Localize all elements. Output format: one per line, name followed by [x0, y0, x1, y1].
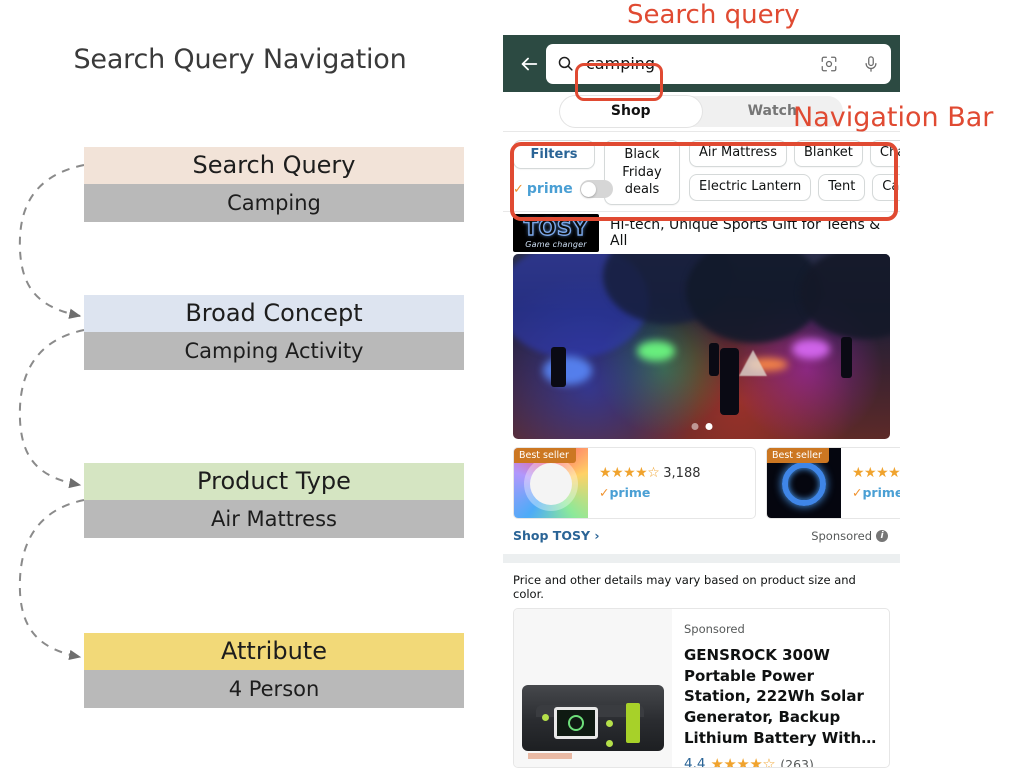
concept-block-broad-concept: Broad Concept Camping Activity: [84, 295, 464, 370]
pagination-dot-active[interactable]: [705, 423, 712, 430]
filter-chips-column: Air Mattress Blanket Chair Electric Lant…: [689, 140, 900, 201]
product-title[interactable]: GENSROCK 300W Portable Power Station, 22…: [684, 645, 879, 748]
product-thumbnail: [514, 609, 672, 767]
filter-chip-row-1: Air Mattress Blanket Chair: [689, 140, 900, 167]
product-mini-card[interactable]: Best seller ★★★★☆ ✓prime: [766, 447, 900, 519]
filters-button[interactable]: Filters: [513, 140, 595, 169]
concept-block-product-type: Product Type Air Mattress: [84, 463, 464, 538]
filter-chip-blanket[interactable]: Blanket: [793, 140, 863, 167]
rating-stars: ★★★★☆: [710, 755, 776, 768]
concept-value-label: Camping Activity: [84, 332, 464, 370]
black-friday-deals-button[interactable]: Black Friday deals: [604, 140, 680, 205]
hero-pagination-dots[interactable]: [691, 423, 712, 430]
concept-value-label: Camping: [84, 184, 464, 222]
best-seller-badge: Best seller: [767, 448, 829, 463]
filter-chip-tent[interactable]: Tent: [818, 173, 866, 201]
sponsored-tag: Sponsored: [684, 622, 745, 636]
filter-chip-camping[interactable]: Campi: [872, 173, 900, 201]
tosy-logo-word: TOSY: [523, 215, 589, 240]
slide-root: Search Query Navigation Search Query Cam…: [0, 0, 1024, 780]
concept-block-search-query: Search Query Camping: [84, 147, 464, 222]
concept-header-label: Search Query: [84, 147, 464, 184]
rating-value: 4.4: [684, 756, 706, 768]
product-rating-row: ★★★★☆: [852, 462, 900, 481]
back-arrow-icon[interactable]: [512, 47, 546, 81]
filter-chip-chair[interactable]: Chair: [869, 140, 900, 167]
shop-tosy-link[interactable]: Shop TOSY ›: [513, 528, 600, 543]
sponsored-text: Sponsored: [811, 528, 872, 543]
tosy-logo: TOSY Game changer: [513, 214, 599, 252]
filter-chip-air-mattress[interactable]: Air Mattress: [689, 140, 787, 167]
concept-value-label: Air Mattress: [84, 500, 464, 538]
product-mini-info: ★★★★☆ ✓prime: [841, 448, 900, 518]
concept-header-label: Product Type: [84, 463, 464, 500]
info-icon[interactable]: i: [876, 529, 888, 542]
best-seller-badge: Best seller: [514, 448, 576, 463]
sponsored-product-card[interactable]: Sponsored GENSROCK 300W Portable Power S…: [513, 608, 890, 768]
prime-check-icon: ✓: [513, 181, 524, 197]
concept-header-label: Attribute: [84, 633, 464, 670]
price-disclaimer: Price and other details may vary based o…: [513, 573, 856, 601]
filter-chip-row-2: Electric Lantern Tent Campi: [689, 173, 900, 201]
concept-value-label: 4 Person: [84, 670, 464, 708]
product-details: Sponsored GENSROCK 300W Portable Power S…: [672, 609, 889, 767]
app-search-header: camping: [503, 35, 900, 92]
hero-video[interactable]: [513, 254, 890, 439]
tab-shop[interactable]: Shop: [560, 96, 702, 127]
search-input[interactable]: camping: [546, 43, 891, 84]
brand-tagline: Hi-tech, Unique Sports Gift for Teens & …: [610, 217, 881, 249]
prime-badge: ✓prime: [599, 485, 651, 500]
shop-brand-row: Shop TOSY › Sponsored i: [503, 519, 900, 543]
filter-chip-electric-lantern[interactable]: Electric Lantern: [689, 173, 812, 201]
sponsored-product-carousel: Best seller ★★★★☆ 3,188 ✓prime Best selle…: [503, 439, 900, 519]
tosy-logo-subtitle: Game changer: [525, 239, 587, 249]
search-query-navigation-diagram: Search Query Navigation Search Query Cam…: [0, 0, 500, 780]
prime-toggle-switch[interactable]: [579, 180, 613, 198]
rating-stars: ★★★★☆: [852, 465, 900, 481]
product-mini-info: ★★★★☆ 3,188 ✓prime: [588, 448, 755, 518]
rating-count: 3,188: [663, 466, 701, 481]
annotation-navigation-bar: Navigation Bar: [793, 102, 994, 133]
prime-label: prime: [526, 181, 573, 197]
annotation-search-query: Search query: [627, 0, 800, 30]
prime-check-icon: ✓: [852, 485, 863, 500]
prime-badge: ✓prime: [852, 485, 900, 500]
filters-column: Filters ✓ prime: [513, 140, 613, 202]
microphone-icon[interactable]: [862, 55, 880, 73]
product-rating-row[interactable]: 4.4 ★★★★☆ (263): [684, 755, 879, 768]
hero-media-wrapper: [503, 254, 900, 439]
tent-shape: [739, 350, 768, 377]
amazon-app-screenshot: camping Shop Watch Filters ✓ prime Black…: [503, 35, 900, 780]
pagination-dot[interactable]: [691, 423, 698, 430]
concept-header-label: Broad Concept: [84, 295, 464, 332]
search-icon: [557, 55, 574, 72]
sponsored-label: Sponsored i: [811, 529, 888, 543]
filter-bar: Filters ✓ prime Black Friday deals Air M…: [503, 131, 900, 212]
product-mini-card[interactable]: Best seller ★★★★☆ 3,188 ✓prime: [513, 447, 756, 519]
concept-block-attribute: Attribute 4 Person: [84, 633, 464, 708]
prime-check-icon: ✓: [599, 485, 610, 500]
camera-lens-icon[interactable]: [820, 55, 838, 73]
rating-stars: ★★★★☆: [599, 465, 660, 481]
product-rating-row: ★★★★☆ 3,188: [599, 462, 755, 481]
sponsored-brand-strip[interactable]: TOSY Game changer Hi-tech, Unique Sports…: [503, 212, 900, 254]
prime-toggle-row[interactable]: ✓ prime: [513, 176, 613, 202]
review-count[interactable]: (263): [780, 757, 814, 767]
search-input-value[interactable]: camping: [582, 54, 812, 73]
section-divider: [503, 554, 900, 563]
